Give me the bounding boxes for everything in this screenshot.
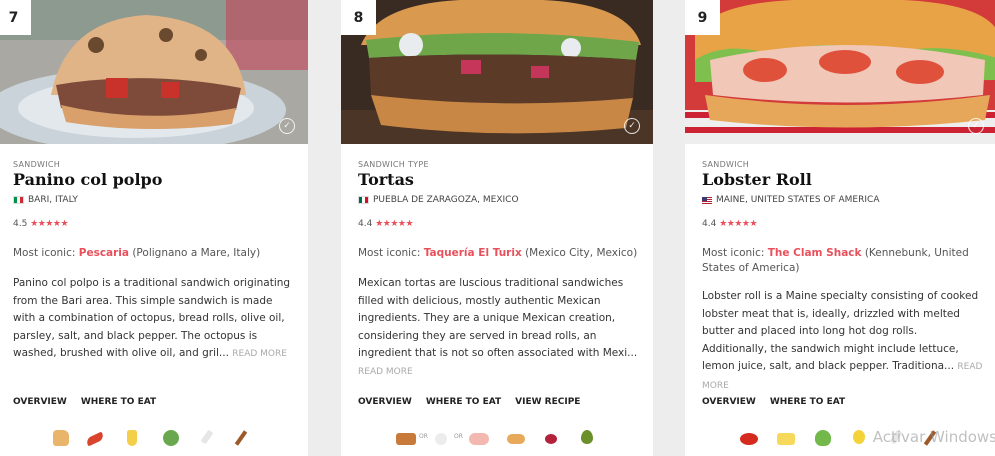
lemon-icon[interactable] xyxy=(853,430,865,444)
lobster-roll-image xyxy=(685,0,995,144)
or-label: OR xyxy=(454,433,463,440)
dish-name[interactable]: Tortas xyxy=(358,170,414,189)
stars-icon: ★★★★★ xyxy=(375,219,414,229)
mexico-flag-icon xyxy=(358,196,369,204)
salt-icon[interactable] xyxy=(200,429,214,445)
overview-link[interactable]: OVERVIEW xyxy=(702,397,756,407)
iconic-prefix: Most iconic: xyxy=(702,247,768,259)
description-text: Lobster roll is a Maine specialty consis… xyxy=(702,290,979,372)
beans-icon[interactable] xyxy=(545,434,557,444)
read-more-link[interactable]: READ MORE xyxy=(232,349,287,359)
dish-type: SANDWICH xyxy=(702,160,750,169)
rank-number: 7 xyxy=(0,0,31,35)
card-links: OVERVIEW WHERE TO EAT VIEW RECIPE xyxy=(358,397,580,407)
card-links: OVERVIEW WHERE TO EAT xyxy=(13,397,156,407)
view-recipe-link[interactable]: VIEW RECIPE xyxy=(515,397,580,407)
dish-location[interactable]: PUEBLA DE ZARAGOZA, MEXICO xyxy=(358,195,519,205)
rank-number: 8 xyxy=(341,0,376,35)
rating-value: 4.4 xyxy=(358,219,373,229)
rating: 4.4 ★★★★★ xyxy=(702,219,758,229)
dish-type: SANDWICH xyxy=(13,160,61,169)
tortas-image xyxy=(341,0,653,144)
panino-image xyxy=(0,0,308,144)
rank-number: 9 xyxy=(685,0,720,35)
dish-type: SANDWICH TYPE xyxy=(358,160,429,169)
check-icon[interactable]: ✓ xyxy=(968,118,984,134)
check-icon[interactable]: ✓ xyxy=(624,118,640,134)
lettuce-icon[interactable] xyxy=(815,430,831,446)
most-iconic: Most iconic: The Clam Shack (Kennebunk, … xyxy=(702,246,972,276)
butter-icon[interactable] xyxy=(777,433,795,445)
check-icon[interactable]: ✓ xyxy=(279,118,295,134)
overview-link[interactable]: OVERVIEW xyxy=(358,397,412,407)
bread-icon[interactable] xyxy=(53,430,69,446)
dish-location[interactable]: BARI, ITALY xyxy=(13,195,78,205)
octopus-icon[interactable] xyxy=(85,431,105,447)
description-text: Mexican tortas are luscious traditional … xyxy=(358,277,638,359)
iconic-place-link[interactable]: The Clam Shack xyxy=(768,247,862,259)
dish-description: Lobster roll is a Maine specialty consis… xyxy=(702,288,984,395)
or-label: OR xyxy=(419,433,428,440)
stars-icon: ★★★★★ xyxy=(719,219,758,229)
dish-photo[interactable]: 7 ✓ xyxy=(0,0,308,144)
olive-oil-icon[interactable] xyxy=(127,430,137,446)
card-links: OVERVIEW WHERE TO EAT xyxy=(702,397,845,407)
pork-icon[interactable] xyxy=(469,433,489,445)
location-label: PUEBLA DE ZARAGOZA, MEXICO xyxy=(373,195,519,205)
iconic-suffix: (Polignano a Mare, Italy) xyxy=(129,247,261,259)
dish-photo[interactable]: 8 ✓ xyxy=(341,0,653,144)
ingredients-row xyxy=(0,429,308,448)
parsley-icon[interactable] xyxy=(163,430,179,446)
black-pepper-icon[interactable] xyxy=(234,430,248,446)
iconic-prefix: Most iconic: xyxy=(358,247,424,259)
rating-value: 4.4 xyxy=(702,219,717,229)
chicken-icon[interactable] xyxy=(435,433,447,445)
ingredients-row: OR OR xyxy=(341,430,653,448)
description-text: Panino col polpo is a traditional sandwi… xyxy=(13,277,291,359)
most-iconic: Most iconic: Taquería El Turix (Mexico C… xyxy=(358,246,640,261)
dish-card[interactable]: 8 ✓ SANDWICH TYPE Tortas PUEBLA DE ZARAG… xyxy=(341,0,653,456)
where-to-eat-link[interactable]: WHERE TO EAT xyxy=(81,397,156,407)
dish-card[interactable]: 9 ✓ SANDWICH Lobster Roll MAINE, UNITED … xyxy=(685,0,995,456)
bread-roll-icon[interactable] xyxy=(507,434,525,444)
dish-description: Panino col polpo is a traditional sandwi… xyxy=(13,275,295,364)
read-more-link[interactable]: READ MORE xyxy=(358,367,413,377)
italy-flag-icon xyxy=(13,196,24,204)
stars-icon: ★★★★★ xyxy=(30,219,69,229)
dish-name[interactable]: Panino col polpo xyxy=(13,170,162,189)
dish-location[interactable]: MAINE, UNITED STATES OF AMERICA xyxy=(702,195,879,205)
dish-name[interactable]: Lobster Roll xyxy=(702,170,812,189)
avocado-icon[interactable] xyxy=(581,430,593,444)
usa-flag-icon xyxy=(702,196,712,204)
iconic-place-link[interactable]: Taquería El Turix xyxy=(424,247,522,259)
where-to-eat-link[interactable]: WHERE TO EAT xyxy=(426,397,501,407)
beef-icon[interactable] xyxy=(396,433,416,445)
rating: 4.4 ★★★★★ xyxy=(358,219,414,229)
rating: 4.5 ★★★★★ xyxy=(13,219,69,229)
overview-link[interactable]: OVERVIEW xyxy=(13,397,67,407)
dish-photo[interactable]: 9 ✓ xyxy=(685,0,995,144)
iconic-suffix: (Mexico City, Mexico) xyxy=(521,247,638,259)
most-iconic: Most iconic: Pescaria (Polignano a Mare,… xyxy=(13,246,295,261)
iconic-place-link[interactable]: Pescaria xyxy=(79,247,129,259)
lobster-icon[interactable] xyxy=(740,433,758,445)
location-label: BARI, ITALY xyxy=(28,195,78,205)
iconic-prefix: Most iconic: xyxy=(13,247,79,259)
dish-description: Mexican tortas are luscious traditional … xyxy=(358,275,640,381)
rating-value: 4.5 xyxy=(13,219,28,229)
location-label: MAINE, UNITED STATES OF AMERICA xyxy=(716,195,880,205)
dish-card[interactable]: 7 ✓ SANDWICH Panino col polpo BARI, ITAL… xyxy=(0,0,308,456)
windows-activation-watermark: Activar Windows xyxy=(872,428,995,446)
where-to-eat-link[interactable]: WHERE TO EAT xyxy=(770,397,845,407)
